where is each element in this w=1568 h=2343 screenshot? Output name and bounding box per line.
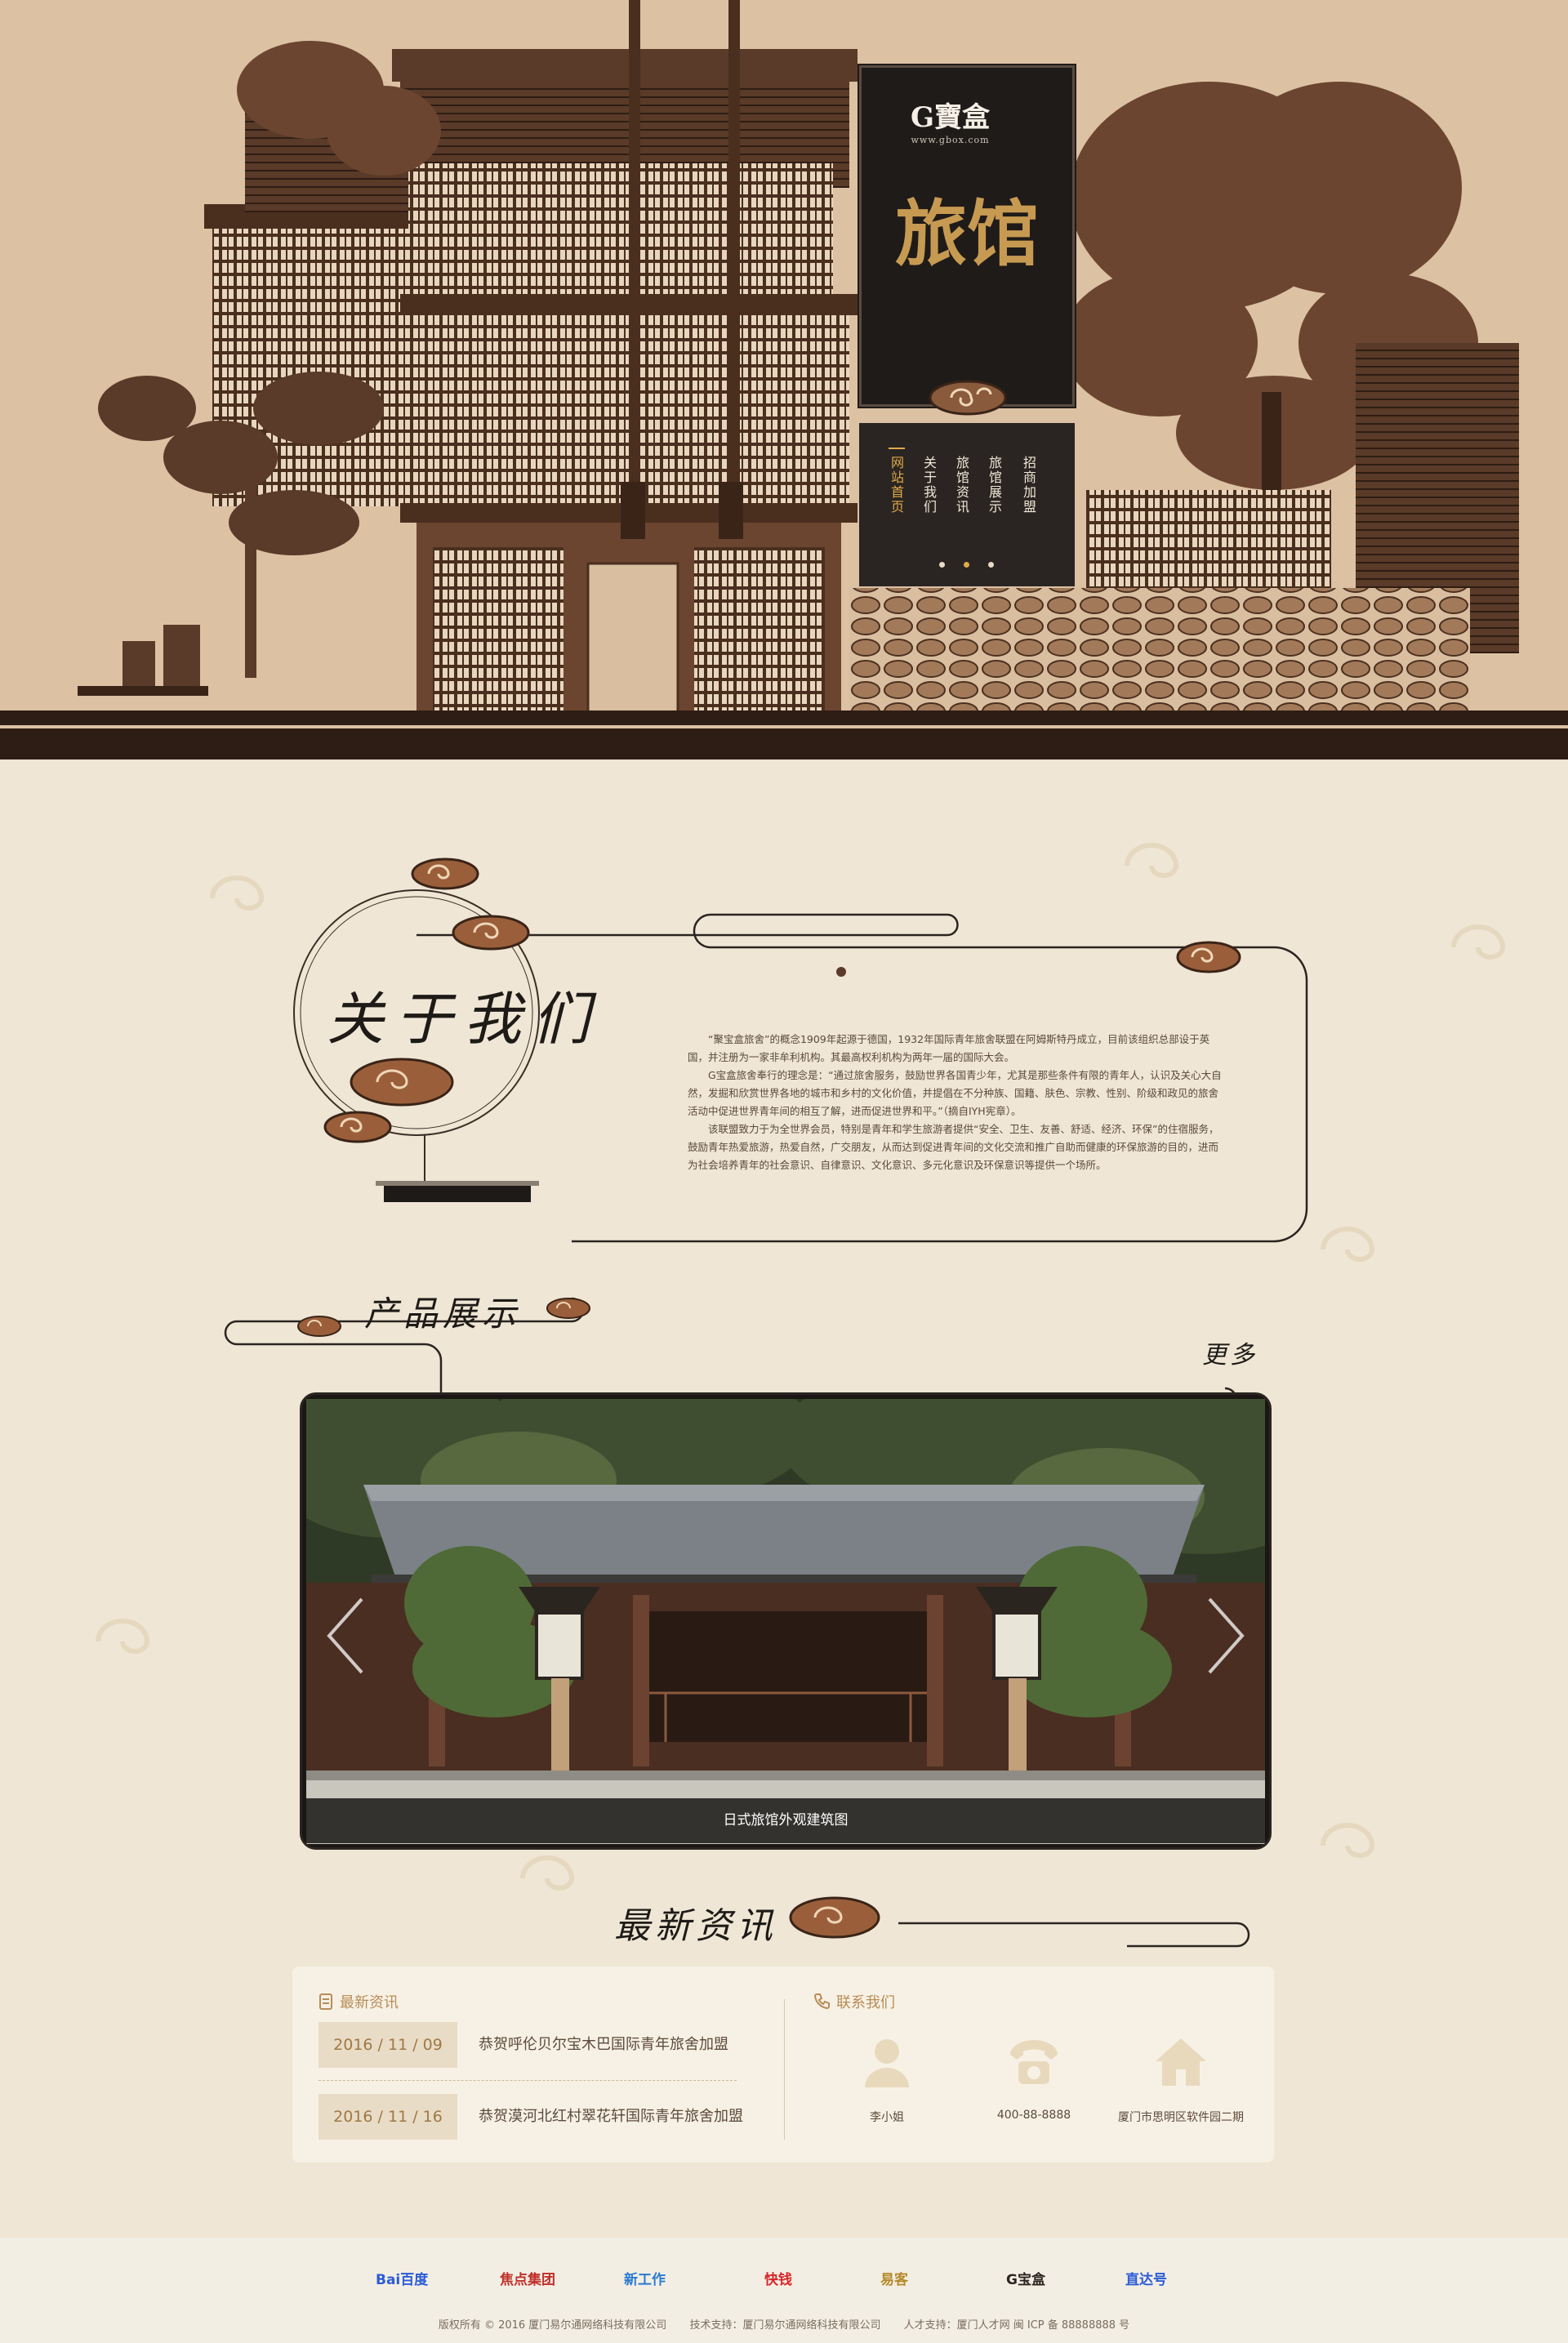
copyright: 版权所有 © 2016 厦门易尔通网络科技有限公司 [438,2319,667,2332]
partner-logo-yike[interactable]: 易客 [880,2262,908,2298]
document-icon [319,1993,332,2010]
partner-logo-zhidahao[interactable]: 直达号 [1125,2262,1167,2298]
slide-dot-1[interactable] [939,562,945,568]
main-nav: 网站首页 关于我们 旅馆资讯 旅馆展示 招商加盟 [859,423,1075,586]
sign-title: 旅馆 [894,191,1039,276]
hero-illustration [0,0,1568,759]
nav-active-indicator [889,448,905,449]
contact-address: 厦门市思明区软件园二期 [1118,2111,1244,2124]
more-link[interactable]: 更多 [1202,1334,1258,1370]
news-contact-panel: 最新资讯 2016 / 11 / 09 恭贺呼伦贝尔宝木巴国际青年旅舍加盟 20… [292,1967,1274,2163]
contact-item-phone: 400-88-8888 [952,2033,1116,2122]
about-paragraph: 该联盟致力于为全世界会员，特别是青年和学生旅游者提供“安全、卫生、友善、舒适、经… [688,1123,1219,1171]
about-section-title: 关于我们 [327,986,601,1053]
about-text: “聚宝盒旅舍”的概念1909年起源于德国，1932年国际青年旅舍联盟在阿姆斯特丹… [688,1031,1227,1174]
gallery-prev-button[interactable] [317,1591,374,1681]
gallery-next-button[interactable] [1197,1591,1254,1681]
partner-logo-gbox[interactable]: G宝盒 [1006,2262,1045,2298]
slide-dot-2[interactable] [964,562,969,568]
brand-sign: G寶盒 www.gbox.com 旅馆 [859,65,1075,416]
partner-logo-xgz[interactable]: 新工作 [624,2262,666,2298]
home-icon [1156,2038,1206,2086]
news-panel-header: 最新资讯 [318,1991,399,2012]
partner-logos: Bai百度 焦点集团 新工作 快钱 易客 G宝盒 直达号 [0,2262,1568,2298]
nav-item-franchise[interactable]: 招商加盟 [1021,456,1037,514]
about-paragraph: G宝盒旅舍奉行的理念是：“通过旅舍服务，鼓励世界各国青少年，尤其是那些条件有限的… [688,1069,1222,1117]
chevron-right-icon [1208,1597,1245,1674]
contact-panel-header: 联系我们 [813,1991,895,2012]
brand-logo[interactable]: G寶盒 www.gbox.com [911,104,990,145]
news-date: 2016 / 11 / 09 [318,2022,457,2068]
chevron-left-icon [327,1597,363,1674]
news-section-title: 最新资讯 [614,1905,777,1947]
news-panel-title: 最新资讯 [340,1994,399,2011]
copyright-text: 版权所有 © 2016 厦门易尔通网络科技有限公司 技术支持：厦门易尔通网络科技… [0,2316,1568,2332]
nav-item-showcase[interactable]: 旅馆展示 [987,456,1003,514]
news-date: 2016 / 11 / 16 [318,2094,457,2140]
nav-item-news[interactable]: 旅馆资讯 [954,456,970,514]
hero-banner: G寶盒 www.gbox.com 旅馆 网站首页 关于我们 旅馆资讯 旅馆展示 … [0,0,1568,759]
contact-item-person: 李小姐 [805,2033,969,2125]
gallery-photo [306,1399,1265,1844]
person-icon [865,2039,909,2087]
panel-divider [784,1999,785,2140]
news-item-link[interactable]: 恭贺漠河北红村翠花轩国际青年旅舍加盟 [479,2094,743,2140]
phone-icon [1010,2040,1058,2084]
partner-logo-focus[interactable]: 焦点集团 [500,2262,555,2298]
about-paragraph: “聚宝盒旅舍”的概念1909年起源于德国，1932年国际青年旅舍联盟在阿姆斯特丹… [688,1033,1210,1063]
contact-phone: 400-88-8888 [996,2109,1071,2122]
products-section-title: 产品展示 [364,1294,522,1334]
news-divider [318,2080,737,2081]
cloud-ornament-icon [929,380,1007,416]
phone-small-icon [813,1993,830,2010]
nav-item-home[interactable]: 网站首页 [889,456,905,514]
gallery-caption: 日式旅馆外观建筑图 [306,1798,1265,1843]
nav-item-about[interactable]: 关于我们 [921,456,938,514]
tech-support: 技术支持：厦门易尔通网络科技有限公司 [689,2319,881,2332]
partner-logo-baidu[interactable]: Bai百度 [376,2262,428,2298]
slide-dot-3[interactable] [988,562,994,568]
contact-name: 李小姐 [870,2111,904,2124]
contact-panel-title: 联系我们 [836,1994,895,2011]
product-gallery: 日式旅馆外观建筑图 [300,1392,1272,1850]
contact-item-address: 厦门市思明区软件园二期 [1099,2033,1263,2125]
talent-support: 人才支持：厦门人才网 闽 ICP 备 88888888 号 [903,2319,1130,2332]
footer: Bai百度 焦点集团 新工作 快钱 易客 G宝盒 直达号 版权所有 © 2016… [0,2238,1568,2343]
news-item-link[interactable]: 恭贺呼伦贝尔宝木巴国际青年旅舍加盟 [479,2022,728,2068]
partner-logo-kuaiqian[interactable]: 快钱 [764,2262,792,2298]
